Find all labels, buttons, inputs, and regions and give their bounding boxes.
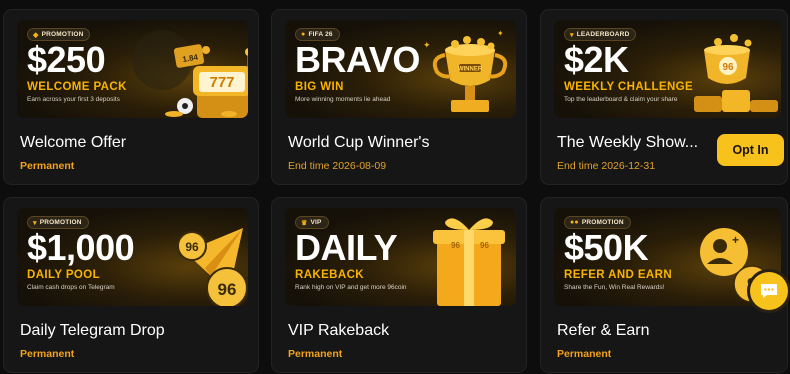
promo-title[interactable]: Welcome Offer — [20, 134, 126, 152]
promo-description: Top the leaderboard & claim your share — [564, 96, 678, 103]
promo-headline: $1,000 — [27, 227, 135, 268]
opt-in-button[interactable]: Opt In — [717, 134, 784, 166]
promo-banner[interactable]: 96 96 ▾ PROMOTION $1,000 DAILY POOL Claim… — [17, 208, 248, 306]
promo-status: End time 2026-12-31 — [557, 160, 656, 172]
promo-subline: REFER AND EARN — [564, 269, 673, 281]
promo-subline: BIG WIN — [295, 81, 344, 93]
chat-button[interactable] — [750, 272, 788, 310]
fifa-icon: ● — [301, 31, 306, 38]
svg-text:+: + — [732, 233, 739, 247]
svg-text:96: 96 — [218, 280, 237, 299]
link-icon: ●● — [570, 219, 579, 226]
promo-headline: BRAVO — [295, 39, 420, 80]
svg-text:✦: ✦ — [423, 40, 431, 50]
promo-banner[interactable]: 96 96 ♛ VIP DAILY RAKEBACK Rank high on V… — [285, 208, 516, 306]
promo-banner[interactable]: WINNER ✦ ✦ ● FIFA 26 BRAVO BIG WIN More w… — [285, 20, 516, 118]
gift-icon: ◆ — [33, 31, 39, 39]
promo-description: Claim cash drops on Telegram — [27, 284, 115, 291]
promo-title[interactable]: VIP Rakeback — [288, 322, 389, 340]
promo-description: Earn across your first 3 deposits — [27, 96, 120, 103]
trophy-icon: ▾ — [570, 31, 574, 39]
promo-banner[interactable]: 777 1.84 ◆ PROMOTION $250 WELCOME PACK Ea… — [17, 20, 248, 118]
promo-banner[interactable]: + $ ●●PROMOTION $50K REFER AND EARN Shar… — [554, 208, 781, 306]
promo-card-weekly-show[interactable]: 96 ▾ LEADERBOARD $2K WEEKLY CHALLENGE Top… — [540, 9, 788, 185]
crown-icon: ♛ — [301, 219, 308, 227]
promo-card-world-cup[interactable]: WINNER ✦ ✦ ● FIFA 26 BRAVO BIG WIN More w… — [271, 9, 527, 185]
promo-description: Share the Fun, Win Real Rewards! — [564, 284, 665, 291]
trophy-icon: ▾ — [33, 219, 37, 227]
svg-text:✦: ✦ — [497, 29, 504, 38]
promo-title[interactable]: World Cup Winner's — [288, 134, 429, 152]
promo-subline: WEEKLY CHALLENGE — [564, 81, 694, 93]
promo-banner[interactable]: 96 ▾ LEADERBOARD $2K WEEKLY CHALLENGE Top… — [554, 20, 781, 118]
svg-text:777: 777 — [209, 74, 234, 91]
promo-headline: DAILY — [295, 227, 398, 268]
promo-description: Rank high on VIP and get more 96coin — [295, 284, 407, 291]
promo-headline: $50K — [564, 227, 649, 268]
chat-icon — [761, 284, 777, 298]
promo-status: End time 2026-08-09 — [288, 160, 387, 172]
svg-text:WINNER: WINNER — [458, 67, 483, 73]
promo-card-vip-rakeback[interactable]: 96 96 ♛ VIP DAILY RAKEBACK Rank high on V… — [271, 197, 527, 373]
promo-card-welcome-offer[interactable]: 777 1.84 ◆ PROMOTION $250 WELCOME PACK Ea… — [3, 9, 259, 185]
promo-status: Permanent — [288, 348, 343, 360]
promo-title[interactable]: Daily Telegram Drop — [20, 322, 165, 340]
promo-headline: $250 — [27, 39, 106, 80]
svg-text:96: 96 — [185, 240, 199, 254]
promo-card-telegram-drop[interactable]: 96 96 ▾ PROMOTION $1,000 DAILY POOL Claim… — [3, 197, 259, 373]
promo-status: Permanent — [20, 348, 75, 360]
svg-text:96: 96 — [722, 62, 734, 73]
promo-description: More winning moments lie ahead — [295, 96, 391, 103]
svg-text:96: 96 — [451, 241, 460, 250]
promo-status: Permanent — [557, 348, 612, 360]
promo-status: Permanent — [20, 160, 75, 172]
promo-subline: DAILY POOL — [27, 269, 101, 281]
promo-subline: WELCOME PACK — [27, 81, 127, 93]
promo-title[interactable]: The Weekly Show... — [557, 134, 698, 152]
promo-subline: RAKEBACK — [295, 269, 365, 281]
promo-headline: $2K — [564, 39, 629, 80]
svg-text:96: 96 — [480, 241, 489, 250]
promo-title[interactable]: Refer & Earn — [557, 322, 649, 340]
